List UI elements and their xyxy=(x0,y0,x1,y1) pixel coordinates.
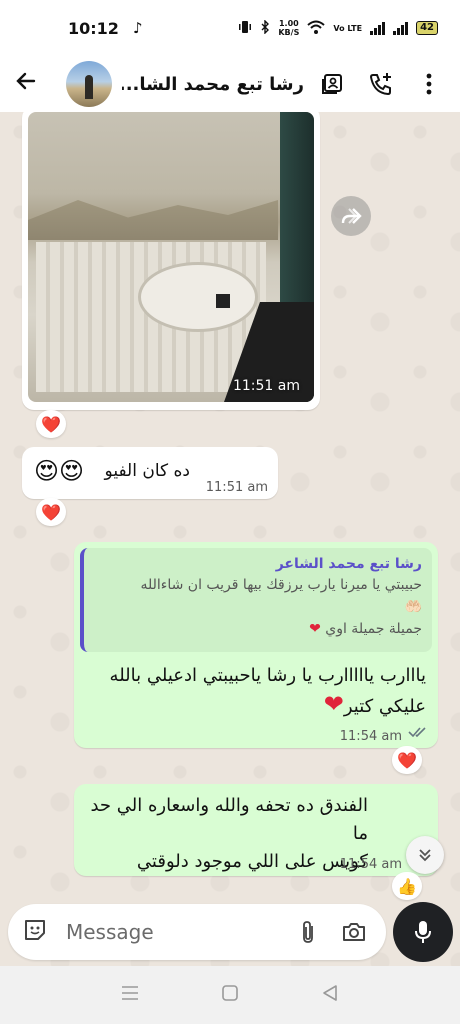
status-bar: 10:12 ♪ 1.00 KB/S Vo LTE 42 xyxy=(0,0,460,56)
heart-reaction: ❤️ xyxy=(41,414,61,434)
outgoing-reply-message[interactable]: رشا تبع محمد الشاعر حبيبتي يا ميرنا يارب… xyxy=(74,542,438,748)
thumbs-up-reaction: 👍 xyxy=(397,876,417,896)
heart-eyes-emoji: 😍😍 xyxy=(34,457,85,485)
photo-hills xyxy=(28,200,278,240)
avatar[interactable] xyxy=(66,61,112,107)
status-time: 10:12 xyxy=(68,18,119,38)
message-text: ده كان الفيو xyxy=(104,461,190,481)
message-text: الفندق ده تحفه والله واسعاره الي حد ما ك… xyxy=(80,792,368,876)
message-line-2: عليكي كتير❤ xyxy=(86,690,426,721)
back-icon[interactable] xyxy=(321,984,339,1006)
heart-icon: ❤ xyxy=(323,690,344,718)
more-options-icon[interactable] xyxy=(410,65,448,103)
quote-text-line-1: حبيبتي يا ميرنا يارب يرزقك بيها قريب ان … xyxy=(140,577,422,593)
vibrate-icon xyxy=(238,20,252,37)
message-line-2: كويس على اللي موجود دلوقتي xyxy=(136,851,368,872)
net-speed-value: 1.00 xyxy=(278,19,299,28)
reaction-badge[interactable]: ❤️ xyxy=(392,746,422,774)
signal-icon-1 xyxy=(370,21,386,35)
reaction-badge[interactable]: 👍 xyxy=(392,872,422,900)
heart-reaction: ❤️ xyxy=(41,502,61,522)
message-input[interactable]: Message xyxy=(66,920,280,944)
message-line-1: يااارب يااااارب يا رشا ياحبيبتي ادعيلي ب… xyxy=(109,665,426,686)
chat-area[interactable]: 11:51 am ❤️ ده كان الفيو 😍😍 11:51 am ❤️ … xyxy=(0,112,460,966)
system-nav-bar xyxy=(0,966,460,1024)
photo-courtyard xyxy=(138,262,258,332)
read-receipt-icon xyxy=(408,723,428,742)
quote-text-line-3: جميلة جميلة اوي ❤ xyxy=(94,618,422,640)
volte-badge: Vo LTE xyxy=(333,23,363,33)
quoted-message[interactable]: رشا تبع محمد الشاعر حبيبتي يا ميرنا يارب… xyxy=(80,548,432,652)
quote-text-line-2: 🤲🏻 xyxy=(404,599,422,615)
message-text: يااارب يااااارب يا رشا ياحبيبتي ادعيلي ب… xyxy=(86,662,426,721)
battery-indicator: 42 xyxy=(416,21,438,35)
contact-card-icon[interactable] xyxy=(314,65,352,103)
wifi-icon xyxy=(307,20,326,37)
status-icons: 1.00 KB/S Vo LTE 42 xyxy=(238,18,438,37)
double-chevron-down-icon xyxy=(419,849,431,862)
image-message[interactable]: 11:51 am xyxy=(22,112,320,410)
tiktok-icon: ♪ xyxy=(132,19,143,37)
home-icon[interactable] xyxy=(221,984,239,1006)
incoming-message[interactable]: ده كان الفيو 😍😍 11:51 am xyxy=(22,447,278,499)
message-input-bar[interactable]: Message xyxy=(8,904,386,960)
forward-button[interactable] xyxy=(331,196,371,236)
message-line-2-text: عليكي كتير xyxy=(343,696,426,717)
heart-icon: ❤ xyxy=(309,621,321,637)
forward-icon xyxy=(341,208,362,224)
camera-icon[interactable] xyxy=(336,914,372,950)
sticker-icon[interactable] xyxy=(22,917,48,947)
back-arrow-icon[interactable] xyxy=(14,69,50,100)
recents-icon[interactable] xyxy=(121,985,139,1005)
reaction-badge[interactable]: ❤️ xyxy=(36,410,66,438)
bluetooth-icon xyxy=(260,18,270,37)
contact-name[interactable]: رشا تبع محمد الشا... xyxy=(122,74,304,95)
scroll-down-button[interactable] xyxy=(406,836,444,874)
add-call-icon[interactable] xyxy=(362,65,400,103)
quote-text: جميلة جميلة اوي xyxy=(325,621,422,637)
reaction-badge[interactable]: ❤️ xyxy=(36,498,66,526)
net-speed-unit: KB/S xyxy=(278,28,300,37)
message-time: 11:54 am xyxy=(339,729,402,744)
outgoing-message[interactable]: الفندق ده تحفه والله واسعاره الي حد ما ك… xyxy=(74,784,438,876)
mecca-photo[interactable]: 11:51 am xyxy=(28,112,314,402)
chat-header: رشا تبع محمد الشا... xyxy=(0,56,460,112)
photo-kaaba xyxy=(216,294,230,308)
quote-author: رشا تبع محمد الشاعر xyxy=(275,556,422,572)
message-time: 11:51 am xyxy=(232,378,300,394)
net-speed: 1.00 KB/S xyxy=(278,19,299,37)
signal-icon-2 xyxy=(393,21,409,35)
mic-button[interactable] xyxy=(393,902,453,962)
message-time: 11:51 am xyxy=(205,480,268,495)
message-line-1: الفندق ده تحفه والله واسعاره الي حد ما xyxy=(90,795,368,844)
attachment-icon[interactable] xyxy=(290,914,326,950)
mic-icon xyxy=(415,921,431,943)
heart-reaction: ❤️ xyxy=(397,750,417,770)
message-time: 11:54 am xyxy=(339,857,402,872)
